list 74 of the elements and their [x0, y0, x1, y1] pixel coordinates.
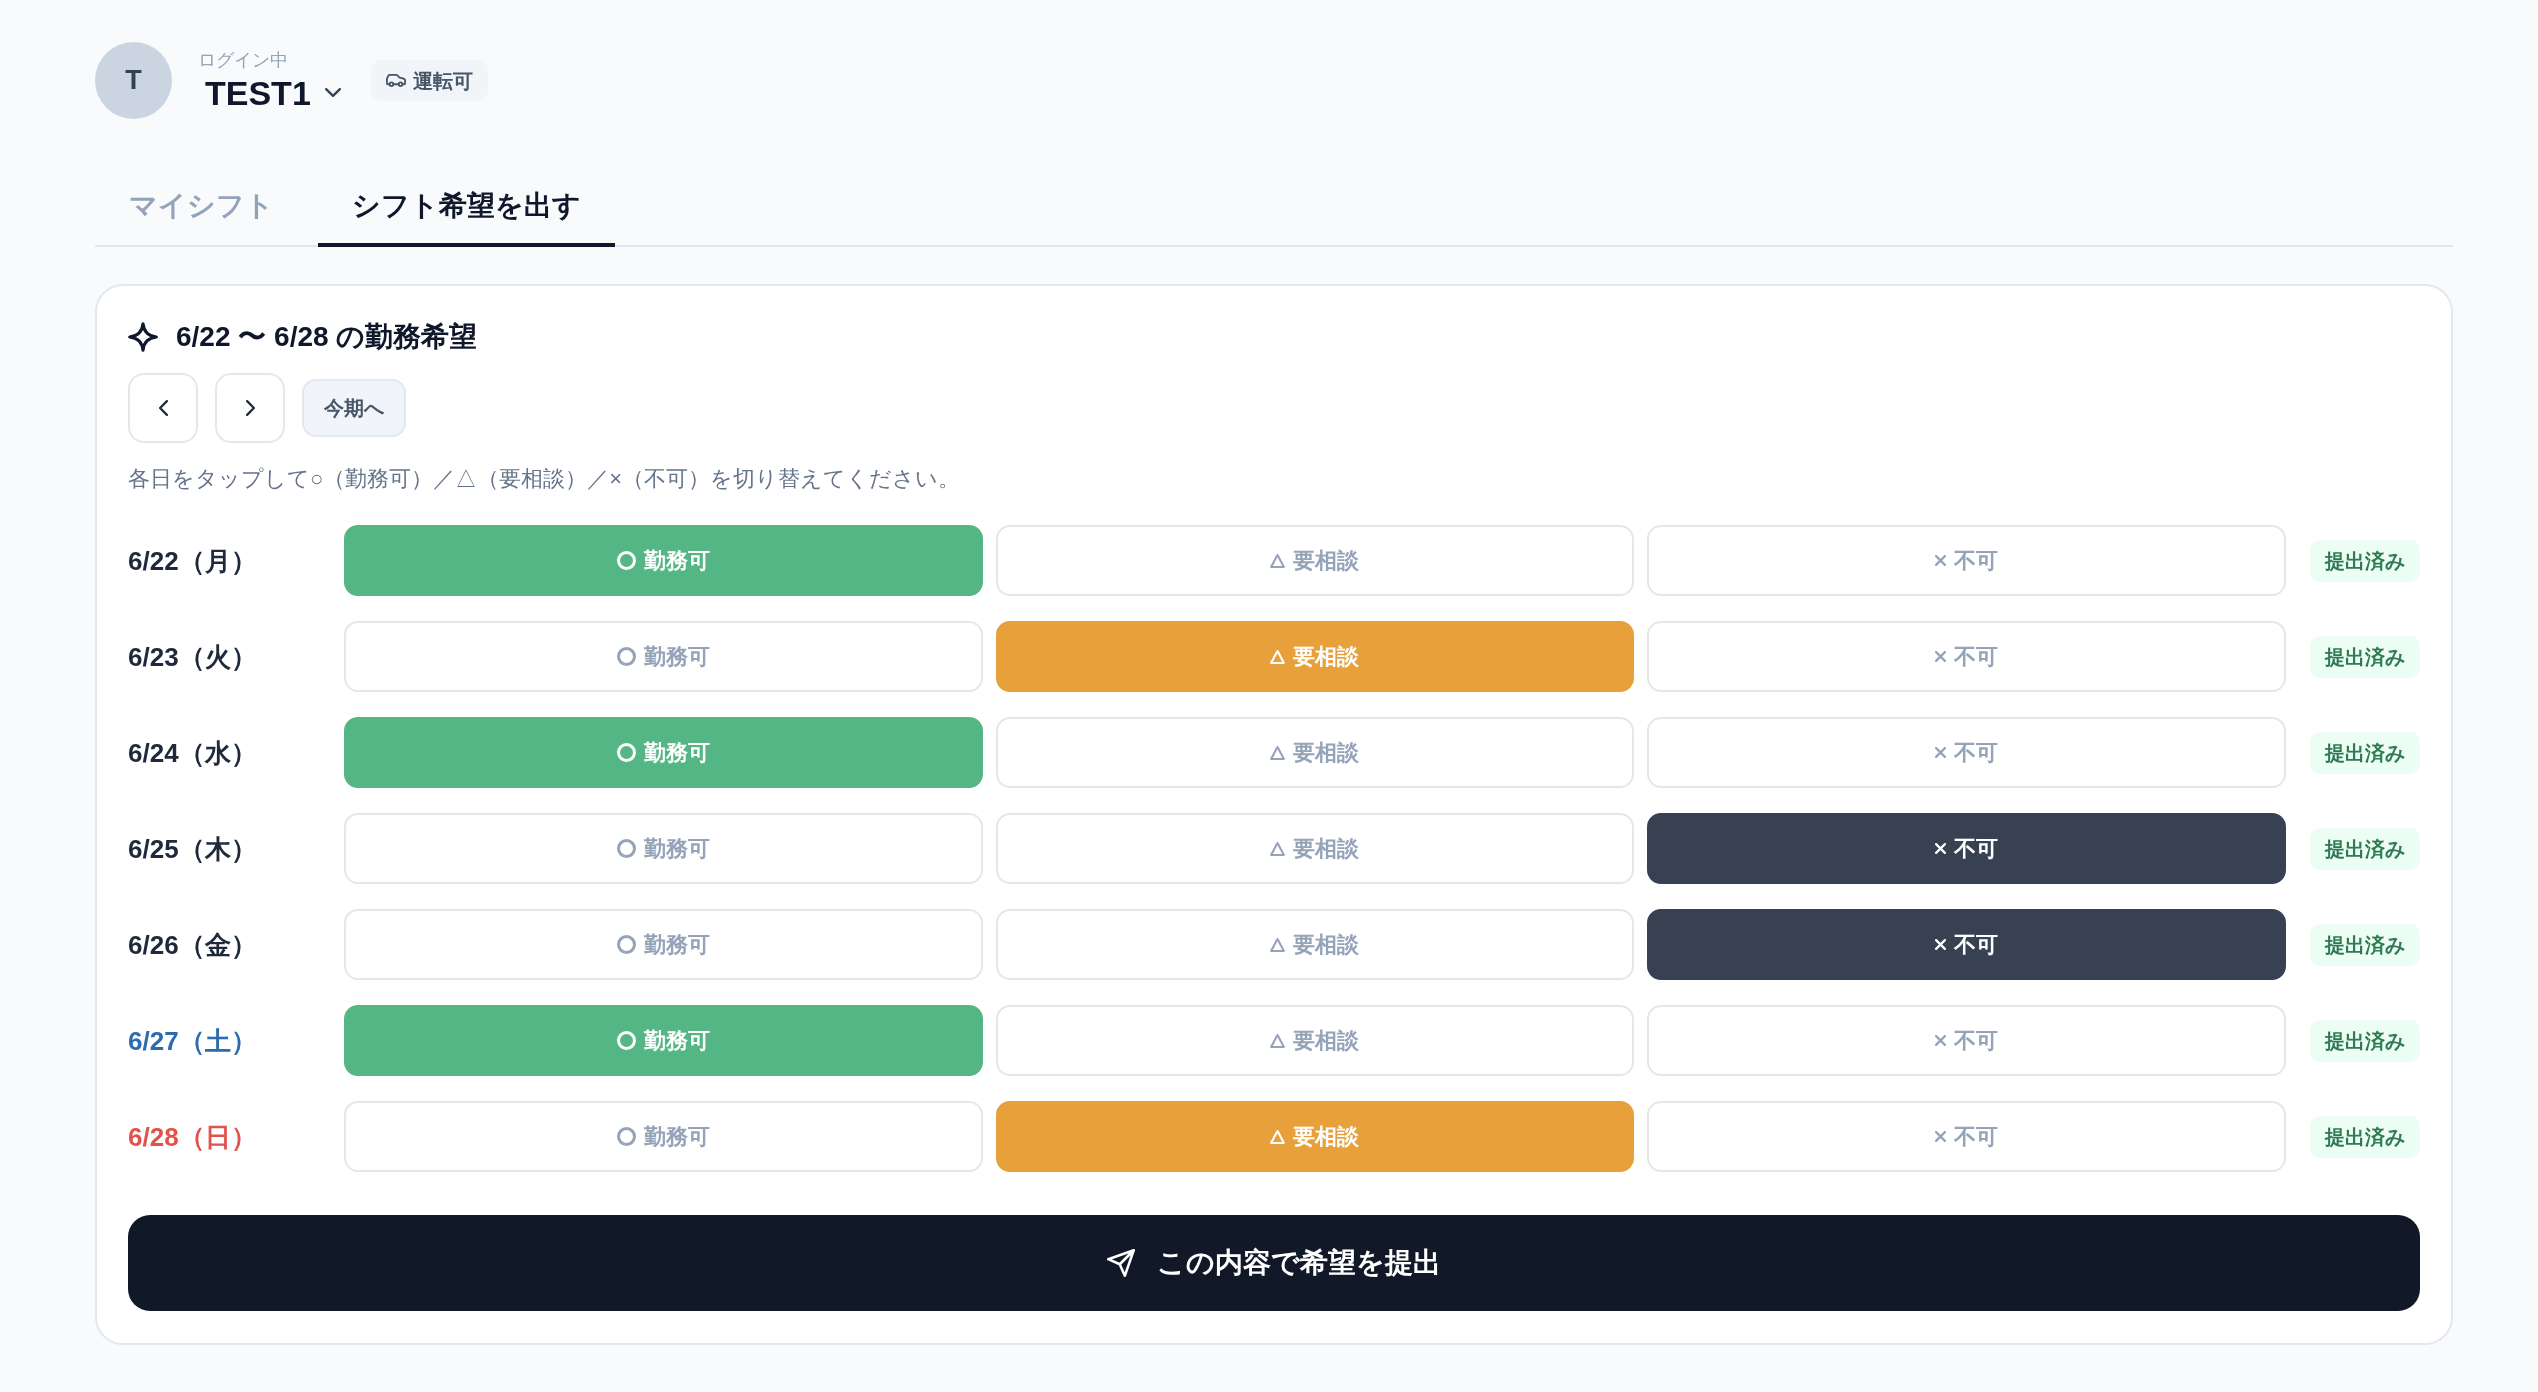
triangle-icon — [1270, 745, 1286, 760]
choice-button[interactable]: 要相談 — [995, 1101, 1635, 1172]
cross-icon — [1935, 747, 1947, 758]
date-label: 6/28（日） — [128, 1120, 258, 1154]
panel-title: 6/22 〜 6/28 の勤務希望 — [176, 320, 478, 354]
chevron-left-icon — [158, 400, 168, 416]
circle-icon — [616, 1127, 636, 1146]
choice-button[interactable]: 不可 — [1647, 1101, 2286, 1172]
choice-button[interactable]: 不可 — [1647, 909, 2286, 980]
choice-button[interactable]: 要相談 — [995, 621, 1635, 692]
send-icon — [1107, 1249, 1135, 1277]
car-icon — [385, 74, 406, 87]
circle-icon — [616, 1031, 636, 1050]
status-tag: 提出済み — [2310, 1115, 2420, 1158]
status-tag: 提出済み — [2310, 827, 2420, 870]
triangle-icon — [1270, 649, 1286, 664]
date-label: 6/22（月） — [128, 544, 258, 578]
choice-button[interactable]: 勤務可 — [344, 909, 983, 980]
circle-icon — [616, 743, 636, 762]
circle-icon — [616, 935, 636, 954]
choice-button[interactable]: 不可 — [1647, 1005, 2286, 1076]
status-tag: 提出済み — [2310, 1019, 2420, 1062]
tab[interactable]: シフト希望を出す — [318, 168, 615, 247]
triangle-icon — [1270, 1129, 1286, 1144]
choice-button[interactable]: 勤務可 — [344, 717, 983, 788]
choice-button[interactable]: 勤務可 — [344, 813, 983, 884]
cross-icon — [1935, 651, 1947, 662]
choice-button[interactable]: 要相談 — [995, 717, 1635, 788]
chevron-right-icon — [245, 400, 255, 416]
cross-icon — [1935, 1035, 1947, 1046]
next-week-button[interactable] — [215, 373, 285, 443]
triangle-icon — [1270, 553, 1286, 568]
choice-button[interactable]: 不可 — [1647, 717, 2286, 788]
circle-icon — [616, 551, 636, 570]
status-tag: 提出済み — [2310, 923, 2420, 966]
date-label: 6/25（木） — [128, 832, 258, 866]
choice-button[interactable]: 勤務可 — [344, 1005, 983, 1076]
choice-button[interactable]: 不可 — [1647, 621, 2286, 692]
triangle-icon — [1270, 841, 1286, 856]
status-tag: 提出済み — [2310, 539, 2420, 582]
cross-icon — [1935, 1131, 1947, 1142]
date-label: 6/24（水） — [128, 736, 258, 770]
choice-button[interactable]: 要相談 — [995, 909, 1635, 980]
user-menu-button[interactable]: TEST1 — [198, 70, 341, 113]
choice-button[interactable]: 不可 — [1647, 813, 2286, 884]
date-label: 6/27（土） — [128, 1024, 258, 1058]
login-status-label: ログイン中 — [198, 48, 288, 71]
circle-icon — [616, 647, 636, 666]
choice-button[interactable]: 要相談 — [995, 813, 1635, 884]
submit-button[interactable]: この内容で希望を提出 — [128, 1215, 2420, 1311]
choice-button[interactable]: 勤務可 — [344, 621, 983, 692]
triangle-icon — [1270, 937, 1286, 952]
cross-icon — [1935, 843, 1947, 854]
instructions-text: 各日をタップして○（勤務可）／△（要相談）／×（不可）を切り替えてください。 — [128, 465, 962, 493]
status-tag: 提出済み — [2310, 731, 2420, 774]
avatar: T — [95, 42, 172, 119]
triangle-icon — [1270, 1033, 1286, 1048]
choice-button[interactable]: 要相談 — [995, 525, 1635, 596]
circle-icon — [616, 839, 636, 858]
license-tag-label: 運転可 — [412, 68, 473, 93]
date-label: 6/23（火） — [128, 640, 258, 674]
choice-button[interactable]: 要相談 — [995, 1005, 1635, 1076]
choice-button[interactable]: 勤務可 — [344, 525, 983, 596]
cross-icon — [1935, 939, 1947, 950]
status-tag: 提出済み — [2310, 635, 2420, 678]
choice-button[interactable]: 不可 — [1647, 525, 2286, 596]
sparkle-icon — [128, 322, 158, 352]
previous-week-button[interactable] — [128, 373, 198, 443]
cross-icon — [1935, 555, 1947, 566]
chevron-down-icon — [324, 88, 341, 97]
date-label: 6/26（金） — [128, 928, 258, 962]
tab[interactable]: マイシフト — [95, 168, 308, 247]
choice-button[interactable]: 勤務可 — [344, 1101, 983, 1172]
current-period-button[interactable]: 今期へ — [302, 379, 406, 437]
